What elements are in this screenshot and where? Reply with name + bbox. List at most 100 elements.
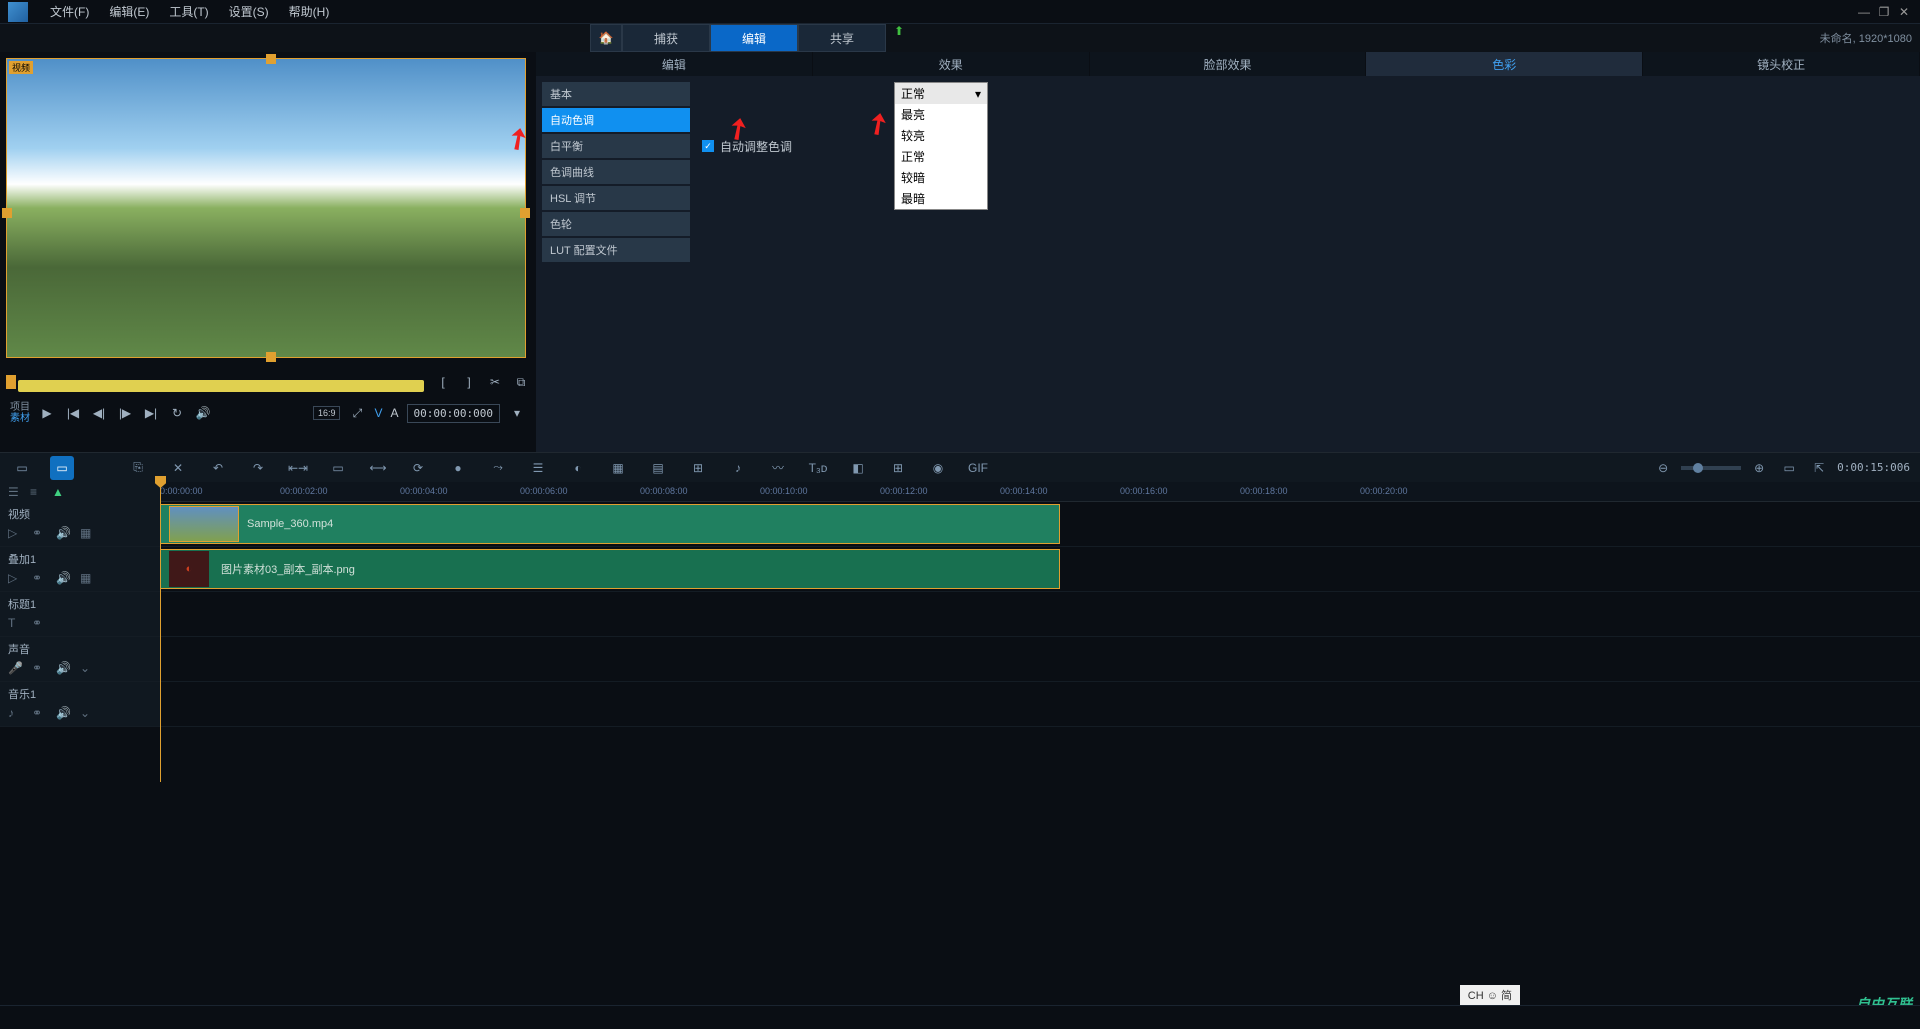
upload-icon[interactable]: ⬆ bbox=[894, 24, 904, 52]
tool-storyboard-icon[interactable]: ▭ bbox=[10, 456, 34, 480]
tab-share[interactable]: 共享 bbox=[798, 24, 886, 52]
zoom-slider[interactable] bbox=[1681, 466, 1741, 470]
zoom-project-icon[interactable]: ⇱ bbox=[1807, 456, 1831, 480]
tool-mask-icon[interactable]: ◧ bbox=[846, 456, 870, 480]
step-back-button[interactable]: ◀| bbox=[90, 404, 108, 422]
video-clip[interactable]: Sample_360.mp4 bbox=[160, 504, 1060, 544]
loop-button[interactable]: ↻ bbox=[168, 404, 186, 422]
tool-chapter-icon[interactable]: ◐ bbox=[566, 456, 590, 480]
volume-button[interactable]: 🔊 bbox=[194, 404, 212, 422]
menu-settings[interactable]: 设置(S) bbox=[219, 3, 279, 20]
color-side-hsl[interactable]: HSL 调节 bbox=[542, 186, 690, 210]
cut-icon[interactable]: ✂ bbox=[486, 373, 504, 391]
menu-edit[interactable]: 编辑(E) bbox=[99, 3, 159, 20]
mic-icon[interactable]: 🎤 bbox=[8, 661, 22, 675]
snapshot-icon[interactable]: ⧉ bbox=[512, 373, 530, 391]
track-opts2-icon[interactable]: ≡ bbox=[30, 485, 44, 499]
ripple-icon[interactable]: ▦ bbox=[80, 571, 94, 585]
tool-ducking-icon[interactable]: 〰 bbox=[766, 456, 790, 480]
color-side-lut[interactable]: LUT 配置文件 bbox=[542, 238, 690, 262]
color-side-basic[interactable]: 基本 bbox=[542, 82, 690, 106]
menu-file[interactable]: 文件(F) bbox=[40, 3, 99, 20]
tab-capture[interactable]: 捕获 bbox=[622, 24, 710, 52]
color-side-autotone[interactable]: 自动色调 bbox=[542, 108, 690, 132]
dropdown-option[interactable]: 最亮 bbox=[895, 104, 987, 125]
color-side-colorwheel[interactable]: 色轮 bbox=[542, 212, 690, 236]
timeline-ruler[interactable]: 0:00:00:00 00:00:02:00 00:00:04:00 00:00… bbox=[160, 482, 1920, 502]
menu-help[interactable]: 帮助(H) bbox=[279, 3, 340, 20]
tool-settings-icon[interactable]: ✕ bbox=[166, 456, 190, 480]
menu-tools[interactable]: 工具(T) bbox=[159, 3, 218, 20]
expand-icon[interactable]: ⌄ bbox=[80, 661, 94, 675]
zoom-out-icon[interactable]: ⊖ bbox=[1651, 456, 1675, 480]
dropdown-option[interactable]: 最暗 bbox=[895, 188, 987, 209]
tool-grid-icon[interactable]: ▤ bbox=[646, 456, 670, 480]
tool-motion-icon[interactable]: ⤳ bbox=[486, 456, 510, 480]
tool-copy-icon[interactable]: ⎘ bbox=[126, 456, 150, 480]
timecode-dropdown-icon[interactable]: ▾ bbox=[508, 404, 526, 422]
camera-icon[interactable]: ▷ bbox=[8, 526, 22, 540]
options-tab-lens[interactable]: 镜头校正 bbox=[1643, 52, 1920, 76]
zoom-in-icon[interactable]: ⊕ bbox=[1747, 456, 1771, 480]
tool-track-icon[interactable]: ⊞ bbox=[686, 456, 710, 480]
preview-scrubber[interactable] bbox=[18, 380, 424, 392]
selection-handle-left[interactable] bbox=[2, 208, 12, 218]
mark-in-icon[interactable]: [ bbox=[434, 373, 452, 391]
color-side-tonecurve[interactable]: 色调曲线 bbox=[542, 160, 690, 184]
track-opts-icon[interactable]: ☰ bbox=[8, 485, 22, 499]
mark-out-icon[interactable]: ] bbox=[460, 373, 478, 391]
mute-icon[interactable]: 🔊 bbox=[56, 526, 70, 540]
music-icon[interactable]: ♪ bbox=[8, 706, 22, 720]
play-button[interactable]: ▶ bbox=[38, 404, 56, 422]
track-lane-music[interactable] bbox=[160, 682, 1920, 726]
track-lane-video[interactable]: Sample_360.mp4 bbox=[160, 502, 1920, 546]
dropdown-option[interactable]: 较亮 bbox=[895, 125, 987, 146]
tool-record-icon[interactable]: ● bbox=[446, 456, 470, 480]
title-icon[interactable]: T bbox=[8, 616, 22, 630]
tool-gif-icon[interactable]: GIF bbox=[966, 456, 990, 480]
tool-resize-icon[interactable]: ▭ bbox=[326, 456, 350, 480]
track-lane-title[interactable] bbox=[160, 592, 1920, 636]
options-tab-effect[interactable]: 效果 bbox=[813, 52, 1090, 76]
options-tab-face[interactable]: 脸部效果 bbox=[1090, 52, 1367, 76]
maximize-button[interactable]: ❐ bbox=[1876, 4, 1892, 20]
camera-icon[interactable]: ▷ bbox=[8, 571, 22, 585]
link-icon[interactable]: ⚭ bbox=[32, 526, 46, 540]
tool-360-icon[interactable]: ◉ bbox=[926, 456, 950, 480]
tool-timeline-icon[interactable]: ▭ bbox=[50, 456, 74, 480]
goto-end-button[interactable]: ▶| bbox=[142, 404, 160, 422]
mute-icon[interactable]: 🔊 bbox=[56, 706, 70, 720]
timecode-display[interactable]: 00:00:00:000 bbox=[407, 404, 500, 423]
tool-undo-icon[interactable]: ↶ bbox=[206, 456, 230, 480]
tool-redo-icon[interactable]: ↷ bbox=[246, 456, 270, 480]
expand-icon[interactable]: ⌄ bbox=[80, 706, 94, 720]
dropdown-option[interactable]: 正常 bbox=[895, 146, 987, 167]
step-forward-button[interactable]: |▶ bbox=[116, 404, 134, 422]
tool-mixer-icon[interactable]: ♪ bbox=[726, 456, 750, 480]
mute-icon[interactable]: 🔊 bbox=[56, 661, 70, 675]
track-lane-voice[interactable] bbox=[160, 637, 1920, 681]
link-icon[interactable]: ⚭ bbox=[32, 616, 46, 630]
mute-icon[interactable]: 🔊 bbox=[56, 571, 70, 585]
selection-handle-right[interactable] bbox=[520, 208, 530, 218]
audio-stream-toggle[interactable]: A bbox=[391, 406, 399, 420]
scrub-start-handle[interactable] bbox=[6, 375, 16, 389]
preview-viewer[interactable]: 视频 bbox=[6, 58, 526, 358]
expand-icon[interactable]: ⤢ bbox=[348, 404, 366, 422]
close-button[interactable]: ✕ bbox=[1896, 4, 1912, 20]
color-side-whitebalance[interactable]: 白平衡 bbox=[542, 134, 690, 158]
tool-multiview-icon[interactable]: ▦ bbox=[606, 456, 630, 480]
tool-subtitle-icon[interactable]: ☰ bbox=[526, 456, 550, 480]
zoom-fit-icon[interactable]: ▭ bbox=[1777, 456, 1801, 480]
options-tab-edit[interactable]: 编辑 bbox=[536, 52, 813, 76]
track-lane-overlay[interactable]: ◐ 图片素材03_副本_副本.png bbox=[160, 547, 1920, 591]
tone-strength-dropdown[interactable]: 正常▾ 最亮 较亮 正常 较暗 最暗 bbox=[894, 82, 988, 210]
minimize-button[interactable]: — bbox=[1856, 4, 1872, 20]
add-track-icon[interactable]: ▲ bbox=[52, 485, 66, 499]
selection-handle-bottom[interactable] bbox=[266, 352, 276, 362]
tool-3dtitle-icon[interactable]: T₃ᴅ bbox=[806, 456, 830, 480]
home-button[interactable]: 🏠 bbox=[590, 24, 622, 52]
goto-start-button[interactable]: |◀ bbox=[64, 404, 82, 422]
tab-edit[interactable]: 编辑 bbox=[710, 24, 798, 52]
auto-adjust-checkbox[interactable]: ✓ bbox=[702, 140, 714, 152]
